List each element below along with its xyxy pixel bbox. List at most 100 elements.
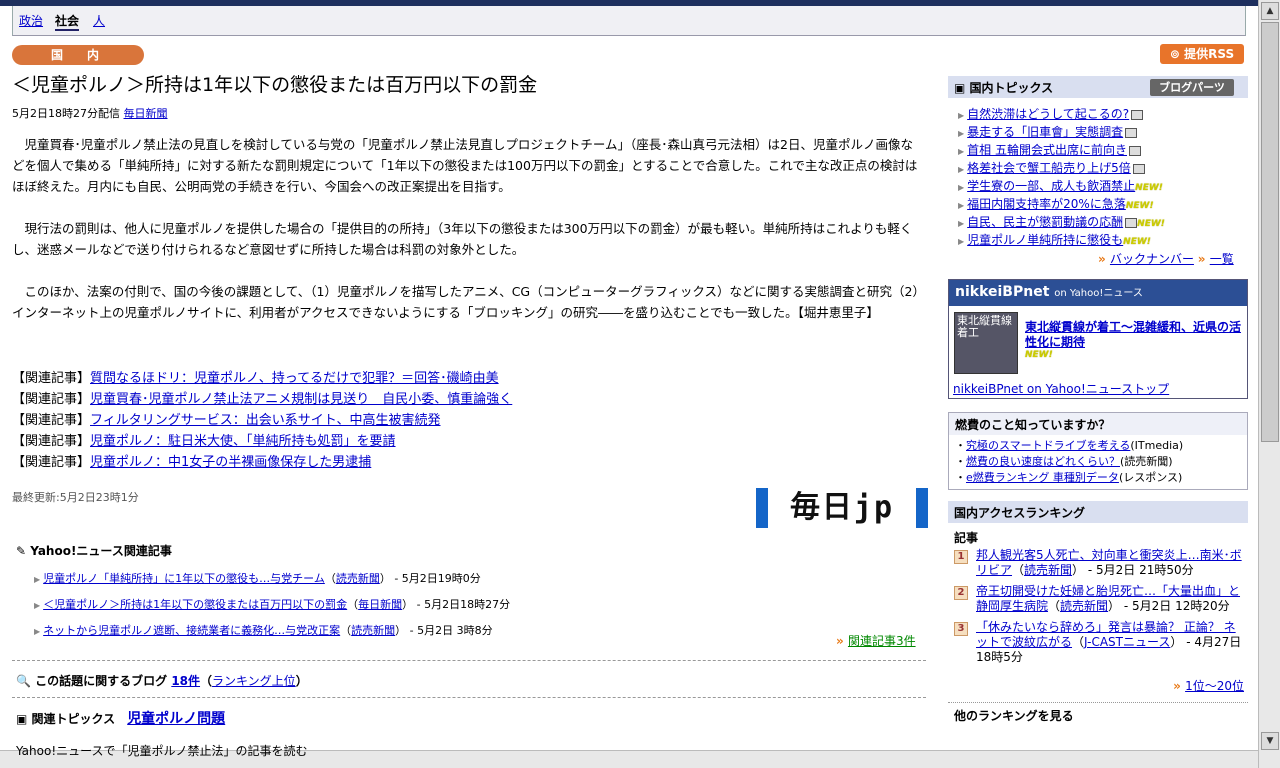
topic-link[interactable]: 格差社会で蟹工船売り上げ5倍 [967, 161, 1131, 175]
new-badge: NEW! [1125, 201, 1154, 211]
topic-link[interactable]: 自民、民主が懲罰動議の応酬 [967, 215, 1123, 229]
source-link[interactable]: 読売新聞 [336, 572, 380, 585]
tab-people[interactable]: 人 [93, 12, 105, 29]
list-item: ・e燃費ランキング 車種別データ(レスポンス) [955, 471, 1183, 484]
topic-link[interactable]: 暴走する「旧車會」実態調査 [967, 125, 1123, 139]
fuel-link[interactable]: 燃費の良い速度はどれくらい？ [966, 455, 1120, 468]
topic-link[interactable]: 自然渋滞はどうして起こるの? [967, 107, 1129, 121]
list-item: ▶ 児童ポルノ「単純所持」に1年以下の懲役も…与党チーム（読売新聞） - 5月2日… [34, 572, 481, 585]
source-link[interactable]: 毎日新聞 [358, 598, 402, 611]
article-paragraph: 現行法の罰則は、他人に児童ポルノを提供した場合の「提供目的の所持」（3年以下の懲… [12, 221, 913, 257]
rss-icon: ⊚ [1169, 47, 1185, 61]
yahoo-related-link[interactable]: ネットから児童ポルノ遮断、接続業者に義務化…与党改正案 [43, 624, 340, 637]
blog-count-link[interactable]: 18件 [171, 674, 200, 688]
related-link[interactable]: 児童ポルノ：中1女子の半裸画像保存した男逮捕 [90, 455, 371, 470]
new-badge: NEW! [1123, 237, 1151, 247]
nikkei-article-link[interactable]: 東北縦貫線が着工～混雑緩和、近県の活性化に期待 [1025, 320, 1245, 350]
fuel-source: (ITmedia) [1130, 439, 1184, 452]
topic-link[interactable]: 首相 五輪開会式出席に前向き [967, 143, 1127, 157]
other-rankings: 他のランキングを見る [948, 702, 1248, 724]
triangle-icon: ▶ [34, 601, 41, 610]
scroll-down-icon[interactable]: ▼ [1261, 732, 1279, 750]
nikkei-brand: nikkeiBPnet [955, 284, 1050, 300]
triangle-icon: ▶ [958, 183, 965, 192]
rank-number: 3 [954, 622, 968, 636]
triangle-icon: ▶ [34, 627, 41, 636]
yahoo-related-list: ▶ 児童ポルノ「単純所持」に1年以下の懲役も…与党チーム（読売新聞） - 5月2日… [34, 566, 510, 644]
related-row: 【関連記事】フィルタリングサービス：出会い系サイト、中高生被害続発 [12, 410, 512, 431]
scroll-up-icon[interactable]: ▲ [1261, 2, 1279, 20]
nikkei-box: nikkeiBPnet on Yahoo!ニュース 東北縦貫線着工 東北縦貫線が… [948, 279, 1248, 399]
blog-ranking-link[interactable]: ランキング上位 [212, 674, 296, 688]
item-time: - 5月2日19時0分 [390, 572, 481, 585]
topic-item: ▶ 首相 五輪開会式出席に前向き [958, 142, 1248, 160]
topic-item: ▶ 格差社会で蟹工船売り上げ5倍 [958, 160, 1248, 178]
new-badge: NEW! [1137, 219, 1165, 229]
item-time: - 5月2日 3時8分 [406, 624, 493, 637]
yahoo-related-heading: ✎ Yahoo!ニュース関連記事 [16, 542, 172, 559]
fuel-link[interactable]: 究極のスマートドライブを考える [966, 439, 1130, 452]
item-time: - 5月2日18時27分 [413, 598, 511, 611]
topic-link[interactable]: 福田内閣支持率が20%に急落 [967, 197, 1126, 211]
scroll-thumb[interactable] [1261, 22, 1279, 442]
rss-button[interactable]: ⊚ 提供RSS [1160, 44, 1244, 64]
triangle-icon: ▶ [958, 147, 965, 156]
category-tabs: 政治 社会 人 [12, 6, 1246, 36]
new-badge: NEW! [1025, 350, 1053, 360]
last-updated: 最終更新:5月2日23時1分 [12, 491, 139, 504]
topic-item: ▶ 福田内閣支持率が20%に急落NEW! [958, 196, 1248, 214]
camera-icon [1125, 127, 1138, 138]
camera-icon [1132, 163, 1145, 174]
triangle-icon: ▶ [958, 237, 965, 246]
triangle-icon: ▶ [958, 219, 965, 228]
camera-icon [1131, 109, 1144, 120]
yahoo-related-link[interactable]: 児童ポルノ「単純所持」に1年以下の懲役も…与党チーム [43, 572, 325, 585]
source-link[interactable]: 読売新聞 [1024, 563, 1072, 577]
divider [12, 697, 926, 698]
related-link[interactable]: フィルタリングサービス：出会い系サイト、中高生被害続発 [90, 413, 440, 428]
nikkei-thumbnail[interactable]: 東北縦貫線着工 [954, 312, 1018, 374]
triangle-icon: ▶ [34, 575, 41, 584]
mainichi-logo[interactable]: 毎日jp [756, 488, 928, 528]
topic-link[interactable]: 児童ポルノ単純所持に懲役も [967, 233, 1123, 247]
fuel-link[interactable]: e燃費ランキング 車種別データ [966, 471, 1119, 484]
topic-link[interactable]: 学生寮の一部、成人も飲酒禁止 [967, 179, 1135, 193]
backnumber-link[interactable]: バックナンバー [1110, 252, 1194, 266]
article-source-link[interactable]: 毎日新聞 [124, 107, 168, 120]
related-link[interactable]: 児童ポルノ：駐日米大使、「単純所持も処罰」を要請 [90, 434, 396, 449]
rank-number: 2 [954, 586, 968, 600]
topic-item: ▶ 児童ポルノ単純所持に懲役もNEW! [958, 232, 1248, 250]
more-related-link[interactable]: 関連記事3件 [848, 634, 916, 648]
nikkei-suffix: on Yahoo!ニュース [1054, 288, 1143, 299]
related-link[interactable]: 質問なるほドリ：児童ポルノ、持ってるだけで犯罪？＝回答･磯崎由美 [90, 371, 499, 386]
source-link[interactable]: J-CASTニュース [1084, 635, 1170, 649]
yahoo-related-link[interactable]: ＜児童ポルノ＞所持は1年以下の懲役または百万円以下の罰金 [43, 598, 347, 611]
ranking-more-link[interactable]: 1位～20位 [1185, 679, 1244, 693]
fuel-list: ・究極のスマートドライブを考える(ITmedia) ・燃費の良い速度はどれくらい… [949, 435, 1247, 489]
related-row: 【関連記事】児童買春･児童ポルノ禁止法アニメ規制は見送り 自民小委、慎重論強く [12, 389, 512, 410]
tab-society[interactable]: 社会 [55, 12, 80, 31]
related-prefix: 【関連記事】 [12, 434, 91, 449]
domestic-topics-title: 国内トピックス [969, 81, 1054, 95]
article-dateline: 5月2日18時27分配信 毎日新聞 [12, 105, 168, 121]
source-link[interactable]: 読売新聞 [1060, 599, 1108, 613]
related-prefix: 【関連記事】 [12, 392, 91, 407]
list-item: ▶ ネットから児童ポルノ遮断、接続業者に義務化…与党改正案（読売新聞） - 5月2… [34, 624, 493, 637]
triangle-icon: ▶ [958, 111, 965, 120]
rss-label: 提供RSS [1184, 47, 1235, 61]
tab-politics[interactable]: 政治 [19, 12, 43, 29]
topics-link[interactable]: 児童ポルノ問題 [127, 711, 225, 727]
divider [12, 660, 926, 661]
source-link[interactable]: 読売新聞 [351, 624, 395, 637]
yahoo-search-row[interactable]: Yahoo!ニュースで「児童ポルノ禁止法」の記事を読む [16, 742, 308, 759]
camera-icon [1125, 217, 1138, 228]
article-paragraph: このほか、法案の付則で、国の今後の課題として、（1）児童ポルノを描写したアニメ、… [12, 284, 919, 320]
vertical-scrollbar[interactable]: ▲ ▼ [1258, 0, 1280, 768]
domestic-topics-header: ▣ 国内トピックス ブログパーツ [948, 76, 1248, 98]
list-link[interactable]: 一覧 [1210, 252, 1234, 266]
nikkei-top-link[interactable]: nikkeiBPnet on Yahoo!ニューストップ [953, 380, 1169, 397]
camera-icon [1128, 145, 1141, 156]
blogparts-button[interactable]: ブログパーツ [1150, 79, 1234, 96]
rank-number: 1 [954, 550, 968, 564]
related-link[interactable]: 児童買春･児童ポルノ禁止法アニメ規制は見送り 自民小委、慎重論強く [90, 392, 512, 407]
